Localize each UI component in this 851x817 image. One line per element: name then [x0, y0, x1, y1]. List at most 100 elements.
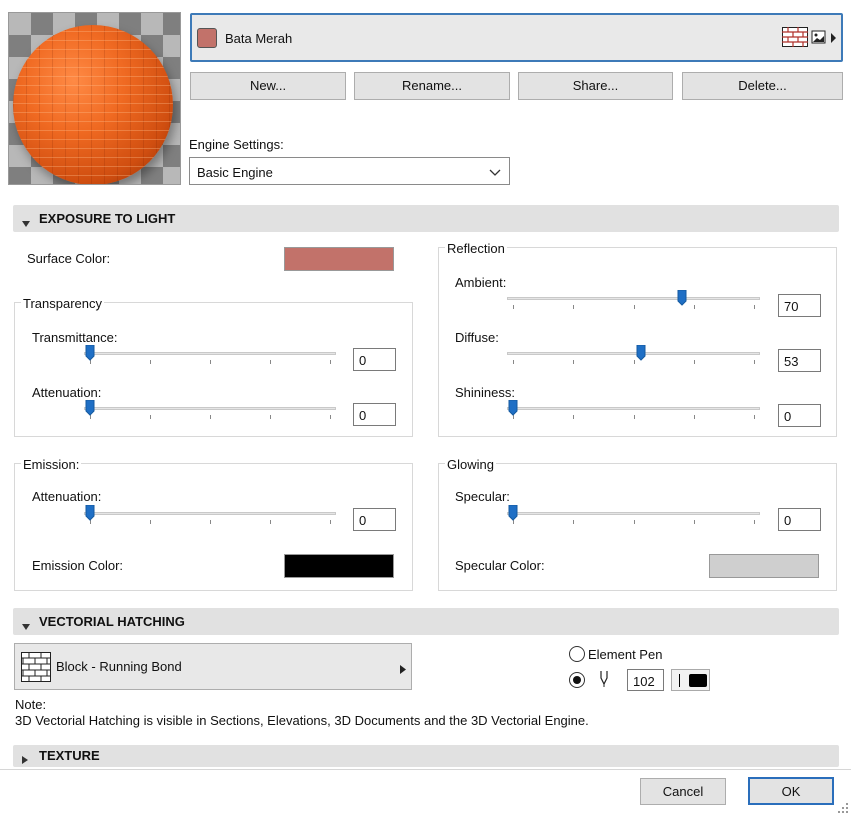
slider-track [84, 512, 336, 515]
slider-thumb[interactable] [85, 344, 95, 361]
emission-attenuation-input[interactable]: 0 [353, 508, 396, 531]
emission-attenuation-slider[interactable] [84, 503, 336, 529]
pen-weight-line [679, 674, 680, 687]
delete-button[interactable]: Delete... [682, 72, 843, 100]
ok-button[interactable]: OK [748, 777, 834, 805]
specular-color-swatch[interactable] [709, 554, 819, 578]
material-name: Bata Merah [225, 31, 293, 46]
element-pen-radio[interactable] [569, 646, 585, 662]
specular-color-label: Specular Color: [455, 558, 545, 573]
diffuse-input[interactable]: 53 [778, 349, 821, 372]
triangle-down-icon [22, 618, 30, 633]
texture-title: TEXTURE [39, 748, 100, 763]
slider-thumb[interactable] [85, 399, 95, 416]
new-button[interactable]: New... [190, 72, 346, 100]
element-pen-label: Element Pen [588, 647, 663, 662]
specular-input[interactable]: 0 [778, 508, 821, 531]
cancel-button[interactable]: Cancel [640, 778, 726, 805]
chevron-down-icon [489, 165, 501, 180]
slider-track [507, 512, 760, 515]
slider-tick [330, 415, 331, 419]
slider-tick [633, 520, 635, 524]
brick-pattern-icon [21, 652, 51, 685]
slider-thumb[interactable] [508, 399, 518, 416]
emission-title: Emission: [21, 457, 82, 472]
hatch-pattern-name: Block - Running Bond [56, 659, 182, 674]
slider-thumb[interactable] [677, 289, 687, 306]
glowing-title: Glowing [445, 457, 496, 472]
exposure-section-header[interactable]: EXPOSURE TO LIGHT [13, 205, 839, 232]
slider-tick [754, 520, 755, 524]
ambient-label: Ambient: [455, 275, 507, 290]
shininess-slider[interactable] [507, 398, 760, 424]
ambient-input[interactable]: 70 [778, 294, 821, 317]
texture-section-header[interactable]: TEXTURE [13, 745, 839, 767]
specular-label: Specular: [455, 489, 510, 504]
chevron-right-icon [400, 662, 406, 677]
slider-track [507, 407, 760, 410]
rename-button[interactable]: Rename... [354, 72, 510, 100]
slider-track [84, 407, 336, 410]
pen-color-picker[interactable] [671, 669, 710, 691]
surface-color-label: Surface Color: [27, 251, 111, 266]
slider-tick [754, 415, 755, 419]
transparency-attenuation-slider[interactable] [84, 398, 336, 424]
chevron-right-icon[interactable] [830, 31, 837, 46]
slider-tick [693, 520, 695, 524]
slider-tick [633, 305, 635, 309]
triangle-right-icon [22, 752, 28, 767]
emission-color-swatch[interactable] [284, 554, 394, 578]
slider-tick [693, 305, 695, 309]
emission-attenuation-label: Attenuation: [32, 489, 102, 504]
engine-select[interactable]: Basic Engine [189, 157, 510, 185]
material-swatch [197, 28, 217, 48]
transparency-title: Transparency [21, 296, 104, 311]
preview-sphere [13, 25, 173, 184]
exposure-title: EXPOSURE TO LIGHT [39, 211, 176, 226]
transmittance-slider[interactable] [84, 343, 336, 369]
slider-tick [330, 520, 331, 524]
slider-tick [573, 360, 575, 364]
slider-track [84, 352, 336, 355]
slider-thumb[interactable] [508, 504, 518, 521]
slider-tick [210, 415, 211, 419]
slider-tick [270, 520, 271, 524]
slider-tick [330, 360, 331, 364]
share-button[interactable]: Share... [518, 72, 673, 100]
triangle-down-icon [22, 215, 30, 230]
pen-number-input[interactable]: 102 [627, 669, 664, 691]
pen-color-swatch [689, 674, 707, 687]
material-preview [8, 12, 181, 185]
slider-tick [270, 415, 271, 419]
custom-pen-radio[interactable] [569, 672, 585, 688]
reflection-title: Reflection [445, 241, 507, 256]
slider-thumb[interactable] [85, 504, 95, 521]
slider-tick [513, 360, 514, 364]
slider-tick [573, 520, 575, 524]
shininess-input[interactable]: 0 [778, 404, 821, 427]
slider-tick [633, 415, 635, 419]
slider-tick [210, 520, 211, 524]
transparency-attenuation-input[interactable]: 0 [353, 403, 396, 426]
material-selector[interactable]: Bata Merah [190, 13, 843, 62]
slider-tick [693, 415, 695, 419]
specular-slider[interactable] [507, 503, 760, 529]
shininess-label: Shininess: [455, 385, 515, 400]
slider-tick [754, 360, 755, 364]
slider-tick [150, 520, 151, 524]
slider-tick [633, 360, 635, 364]
transmittance-input[interactable]: 0 [353, 348, 396, 371]
image-icon[interactable] [811, 29, 827, 48]
slider-tick [150, 360, 151, 364]
slider-thumb[interactable] [636, 344, 646, 361]
slider-tick [150, 415, 151, 419]
slider-track [507, 352, 760, 355]
slider-tick [693, 360, 695, 364]
surface-color-swatch[interactable] [284, 247, 394, 271]
ambient-slider[interactable] [507, 288, 760, 314]
diffuse-slider[interactable] [507, 343, 760, 369]
hatching-section-header[interactable]: VECTORIAL HATCHING [13, 608, 839, 635]
hatch-pattern-button[interactable]: Block - Running Bond [14, 643, 412, 690]
pen-icon [598, 670, 610, 691]
footer-divider [0, 769, 851, 770]
